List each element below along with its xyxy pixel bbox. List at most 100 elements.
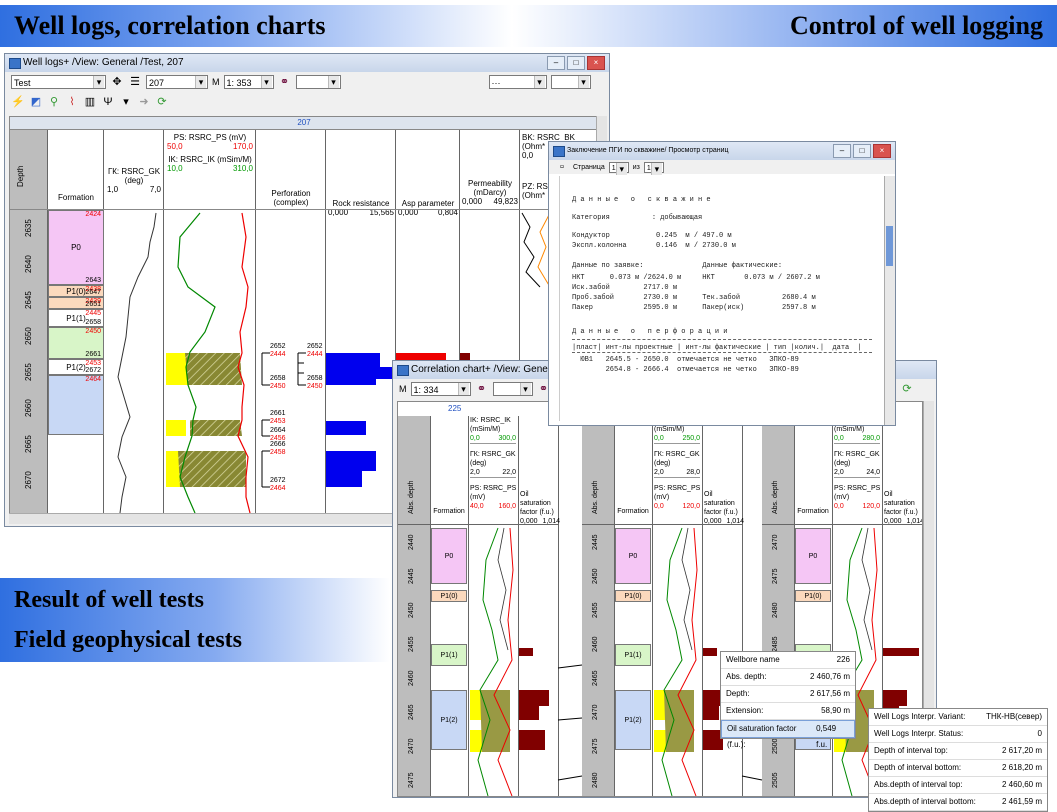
cc-search-select[interactable] [492,382,533,396]
report-divider [572,339,872,340]
tooltip-value: 2 460,60 m [1001,780,1042,789]
rock-bar-6 [326,471,362,487]
rock-bar-3 [326,379,376,385]
report-line: |пласт| инт-лы проектные | инт-лы фактич… [572,344,862,352]
banner-control-well-logging: Control of well logging [512,5,1057,47]
line-style-select[interactable]: ··· [488,75,547,89]
report-line: Пакер 2595.0 м Пакер(иск) 2597.8 м [572,304,816,312]
dropdown-icon[interactable]: ▾ [119,95,133,109]
report-window[interactable]: Заключение ПГИ по скважине/ Просмотр стр… [548,141,896,426]
tooltip-value: ТНК-НВ(север) [986,712,1042,721]
rock-bar-1 [326,353,380,367]
gk-curve [117,212,157,513]
layers-icon[interactable]: ◩ [29,95,43,109]
cc-gk-curve [861,527,873,651]
perf-depth-black: 2658 [307,375,323,382]
well-logs-toolbar-2: ⚡ ◩ ⚲ ⌇ ▥ Ψ ▾ ➜ ⟳ [5,92,609,112]
chart-icon[interactable]: ⌇ [65,95,79,109]
rock-bar-2 [326,367,392,379]
lightning-icon[interactable]: ⚡ [11,95,25,109]
perf-depth-black: 2664 [270,427,286,434]
maximize-button[interactable]: □ [567,56,585,70]
banner-result-well-tests: Result of well tests [14,587,204,613]
perf-depth-red: 2458 [270,449,286,456]
perf-depth-red: 2464 [270,485,286,492]
well-select[interactable]: 207 [146,75,208,89]
report-line: Д а н н ы е о п е р ф о р а ц и и [572,328,728,336]
report-scroll-thumb[interactable] [886,226,893,266]
close-button[interactable]: × [587,56,605,70]
app-icon [9,58,21,69]
scale-select[interactable]: 1: 353 [223,75,274,89]
minimize-button[interactable]: – [547,56,565,70]
tooltip-key: Depth: [726,689,750,698]
tooltip-key: Abs.depth of interval top: [874,780,963,789]
rock-bar-5 [326,451,376,471]
report-line: Проб.забой 2730.0 м Тек.забой 2680.4 м [572,294,816,302]
cc-osf-bar [519,690,549,706]
filter-icon[interactable]: ⚲ [47,95,61,109]
report-line: Иск.забой 2717.0 м [572,284,678,292]
page-total[interactable]: 1 [643,161,664,175]
perf-depth-black: 2652 [307,343,323,350]
report-toolbar: ▫ Страница 1 из 1 [549,160,895,175]
test-select[interactable]: Test [11,75,106,89]
tooltip-value: 2 461,59 m [1001,797,1042,806]
refresh-icon[interactable]: ⟳ [155,95,169,109]
cc-osf-bar [703,648,717,656]
tooltip-key: Well Logs Interpr. Status: [874,729,964,738]
tooltip-key: Abs. depth: [726,672,767,681]
tooltip-value: 2 617,56 m [809,689,850,698]
perf-depth-red: 2444 [270,351,286,358]
column-icon[interactable]: ▥ [83,95,97,109]
search-select[interactable] [295,75,341,89]
report-vscroll[interactable] [884,176,895,425]
cc-gk-curve [497,527,509,651]
binoculars-icon[interactable]: ⚭ [278,75,292,89]
color-select[interactable] [550,75,591,89]
cc-scale-label: M [399,384,407,394]
page-of: из [632,163,640,171]
perf-depth-black: 2672 [270,477,286,484]
tooltip-key: Depth of interval top: [874,746,948,755]
interpretation-tooltip: Well Logs Interpr. Variant: ТНК-НВ(север)… [868,708,1048,812]
perf-arrows-a [261,352,270,488]
cc-ik-curve [661,527,683,796]
well-logs-title: Well logs+ /View: General /Test, 207 [23,57,184,68]
report-line: Категория : добывающая [572,214,703,222]
list-icon[interactable]: ☰ [128,75,142,89]
report-title: Заключение ПГИ по скважине/ Просмотр стр… [567,147,729,154]
cc-osf-bar [519,706,539,720]
close-button[interactable]: × [873,144,891,158]
page-icon[interactable]: ▫ [555,160,569,174]
banner-well-logs: Well logs, correlation charts [0,5,512,47]
maximize-button[interactable]: □ [853,144,871,158]
tooltip-key: Oil saturation factor (f.u.): [727,724,797,749]
well-logs-titlebar[interactable]: Well logs+ /View: General /Test, 207 – □… [5,54,609,72]
tooltip-value: 226 [836,655,850,664]
banner-field-geophysical: Field geophysical tests [14,627,242,653]
tooltip-row: Well Logs Interpr. Variant: ТНК-НВ(север) [869,709,1047,726]
tool-icon[interactable]: Ψ [101,95,115,109]
refresh-icon[interactable]: ⟳ [900,382,914,396]
page-number[interactable]: 1 [608,161,629,175]
tooltip-row: Depth of interval bottom: 2 618,20 m [869,760,1047,777]
arrow-icon[interactable]: ➜ [137,95,151,109]
move-icon[interactable]: ✥ [110,75,124,89]
tooltip-row: Wellbore name 226 [721,652,855,669]
tooltip-row: Oil saturation factor (f.u.): 0,549 f.u. [721,720,855,749]
binoculars-icon[interactable]: ⚭ [475,382,489,396]
perf-depth-red: 2444 [307,351,323,358]
report-titlebar[interactable]: Заключение ПГИ по скважине/ Просмотр стр… [549,142,895,160]
app-icon [397,365,409,376]
tooltip-row: Abs. depth: 2 460,76 m [721,669,855,686]
tooltip-key: Abs.depth of interval bottom: [874,797,976,806]
cc-scale-select[interactable]: 1: 334 [410,382,471,396]
banner-well-tests: Result of well tests Field geophysical t… [0,578,390,662]
minimize-button[interactable]: – [833,144,851,158]
perf-depth-black: 2661 [270,410,286,417]
wellbore-tooltip: Wellbore name 226 Abs. depth: 2 460,76 m Dep… [720,651,856,749]
tooltip-key: Wellbore name [726,655,780,664]
report-divider [572,352,872,353]
tooltip-value: 0,549 f.u. [816,724,837,749]
